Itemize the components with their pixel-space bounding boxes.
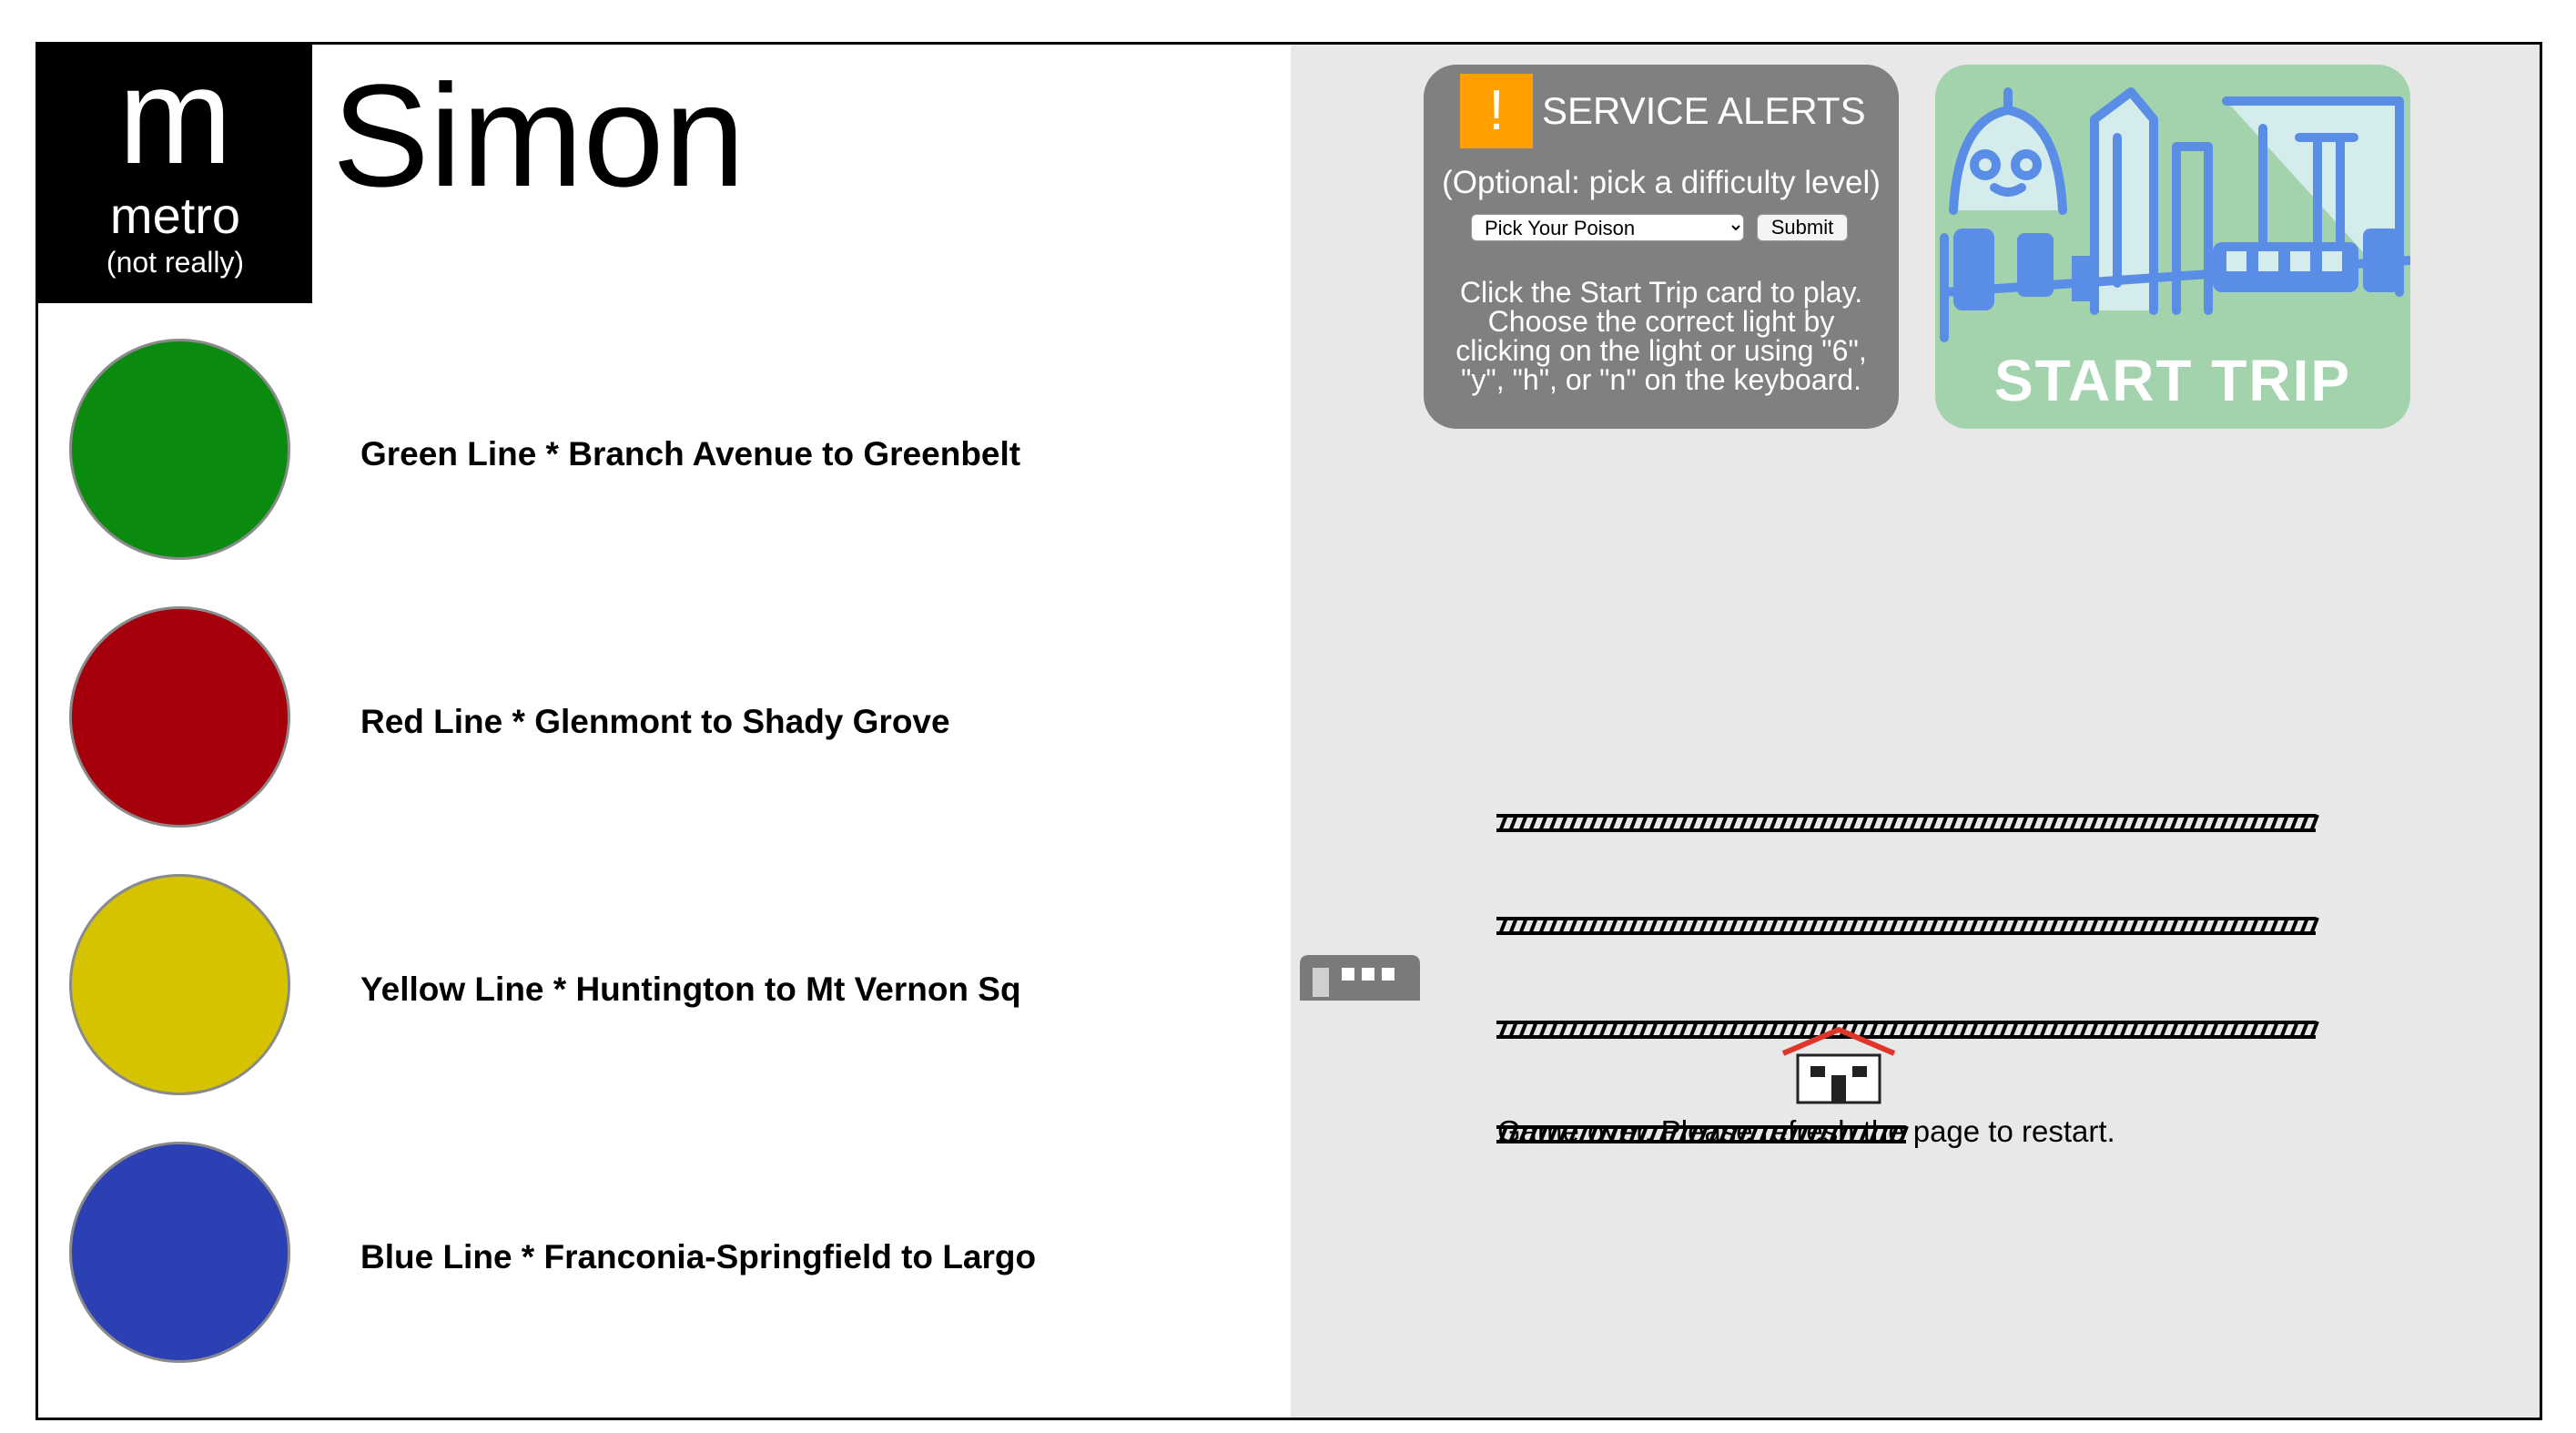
track-3 xyxy=(1496,1021,2319,1039)
game-frame: m metro (not really) Simon Green Line * … xyxy=(35,42,2542,1420)
train-icon xyxy=(1300,955,1420,1001)
green-light-button[interactable] xyxy=(69,339,290,560)
city-skyline-illustration xyxy=(1940,87,2410,342)
alerts-title: SERVICE ALERTS xyxy=(1542,89,1866,132)
red-line-label: Red Line * Glenmont to Shady Grove xyxy=(360,703,950,740)
game-panel: ! SERVICE ALERTS (Optional: pick a diffi… xyxy=(1291,45,2540,1418)
page-title: Simon xyxy=(332,54,745,217)
service-alerts-card: ! SERVICE ALERTS (Optional: pick a diffi… xyxy=(1424,65,1899,429)
game-over-message: Game over. Please refresh the page to re… xyxy=(1497,1114,2115,1148)
line-row-yellow: Yellow Line * Huntington to Mt Vernon Sq xyxy=(38,874,1285,1102)
yellow-light-button[interactable] xyxy=(69,874,290,1095)
red-light-button[interactable] xyxy=(69,606,290,828)
track-2 xyxy=(1496,917,2319,935)
green-line-label: Green Line * Branch Avenue to Greenbelt xyxy=(360,435,1021,473)
yellow-line-label: Yellow Line * Huntington to Mt Vernon Sq xyxy=(360,971,1021,1008)
station-house-icon xyxy=(1781,1027,1896,1104)
logo-word: metro xyxy=(109,187,241,244)
difficulty-prompt: (Optional: pick a difficulty level) xyxy=(1442,165,1881,200)
line-row-blue: Blue Line * Franconia-Springfield to Lar… xyxy=(38,1142,1285,1369)
instructions-text: Click the Start Trip card to play. Choos… xyxy=(1455,276,1867,396)
alert-icon: ! xyxy=(1460,74,1533,148)
blue-line-label: Blue Line * Franconia-Springfield to Lar… xyxy=(360,1238,1037,1275)
line-row-green: Green Line * Branch Avenue to Greenbelt xyxy=(38,339,1285,566)
logo-subtitle: (not really) xyxy=(106,246,245,279)
track-1 xyxy=(1496,814,2319,832)
blue-light-button[interactable] xyxy=(69,1142,290,1363)
start-trip-card[interactable]: START TRIP xyxy=(1935,65,2410,429)
metro-tracks xyxy=(1496,814,2319,1143)
difficulty-select[interactable]: Pick Your Poison xyxy=(1471,214,1744,241)
logo-letter: m xyxy=(118,42,232,192)
start-trip-label: START TRIP xyxy=(1993,348,2352,413)
line-row-red: Red Line * Glenmont to Shady Grove xyxy=(38,606,1285,834)
submit-button[interactable]: Submit xyxy=(1757,214,1848,241)
metro-logo: m metro (not really) xyxy=(38,45,312,303)
